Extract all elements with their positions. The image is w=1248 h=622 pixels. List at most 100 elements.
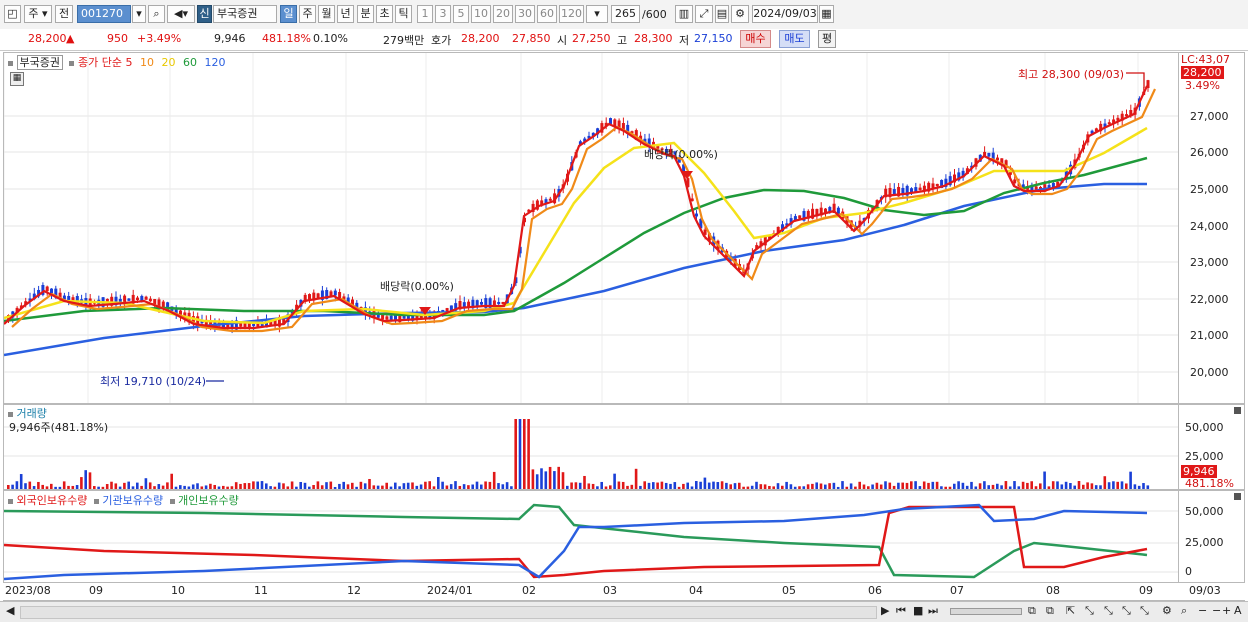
minus-icon[interactable]: −: [1198, 604, 1207, 617]
stop-icon[interactable]: ■: [913, 604, 923, 617]
last-price-tag: 28,200: [1181, 66, 1224, 79]
candle-body: [497, 301, 501, 305]
interval-5[interactable]: 5: [453, 5, 469, 23]
trend-icon[interactable]: ⤡: [1085, 604, 1094, 618]
save-icon[interactable]: ▤: [715, 5, 729, 23]
interval-1[interactable]: 1: [417, 5, 433, 23]
period-tick[interactable]: 틱: [395, 5, 412, 23]
plus-icon[interactable]: +: [1222, 604, 1231, 617]
low-annotation: 최저 19,710 (10/24): [100, 375, 207, 388]
lc-label: LC:43,07: [1181, 53, 1231, 66]
last-volume-pct: 481.18%: [1185, 477, 1234, 490]
candle-body: [695, 213, 698, 217]
volume-bar: [824, 484, 827, 489]
interval-10[interactable]: 10: [471, 5, 491, 23]
scroll-right-icon[interactable]: ▶: [881, 604, 889, 617]
candle-icon[interactable]: ▥: [675, 5, 693, 23]
volume-bar: [858, 481, 861, 489]
volume-bar: [1133, 484, 1137, 489]
close-icon[interactable]: [1234, 407, 1241, 414]
volume-bar: [647, 482, 651, 489]
period-week[interactable]: 주: [299, 5, 316, 23]
sell-button[interactable]: 매도: [779, 30, 810, 48]
settings-icon[interactable]: ⚙: [731, 5, 749, 23]
close-icon[interactable]: [1234, 493, 1241, 500]
volume-bar: [905, 482, 909, 489]
volume-bar: [286, 486, 290, 489]
prev-button[interactable]: 전: [55, 5, 73, 23]
copy-icon[interactable]: ⧉: [1046, 604, 1054, 618]
rewind-icon[interactable]: ⏮: [896, 604, 906, 618]
interval-20[interactable]: 20: [493, 5, 513, 23]
scrollbar-track[interactable]: [20, 606, 877, 619]
forward-icon[interactable]: ⏭: [928, 604, 938, 618]
arrow-line-icon[interactable]: ⤡: [1122, 604, 1131, 618]
volume-bar: [1069, 483, 1072, 489]
font-icon[interactable]: A: [1234, 604, 1242, 617]
candle-body: [252, 323, 256, 327]
stock-code-input[interactable]: 001270: [77, 5, 131, 23]
volume-bar: [879, 484, 883, 489]
volume-bar: [342, 481, 345, 489]
zoom-box-icon[interactable]: ⧉: [1028, 604, 1036, 618]
volume-bar: [222, 485, 225, 489]
interval-dropdown[interactable]: ▾: [586, 5, 608, 23]
volume-bar: [914, 481, 917, 489]
period-second[interactable]: 초: [376, 5, 393, 23]
period-year[interactable]: 년: [337, 5, 354, 23]
cursor-icon[interactable]: ⇱: [1066, 604, 1075, 617]
volume-bar: [492, 471, 496, 489]
open-price: 27,250: [572, 32, 611, 45]
interval-60[interactable]: 60: [537, 5, 557, 23]
period-month[interactable]: 월: [318, 5, 335, 23]
volume-bar: [432, 486, 436, 489]
search-icon[interactable]: ⌕: [148, 5, 165, 23]
candle-body: [333, 290, 337, 296]
stock-name-legend[interactable]: 부국증권: [16, 55, 63, 70]
window-icon[interactable]: ◰: [4, 5, 21, 23]
interval-30[interactable]: 30: [515, 5, 535, 23]
eval-button[interactable]: 평: [818, 30, 836, 48]
draw-icon[interactable]: ⤢: [695, 5, 713, 23]
volume-readout: 9,946주(481.18%): [9, 421, 109, 434]
volume-bar: [682, 483, 685, 489]
date-input[interactable]: 2024/09/03: [752, 5, 818, 23]
volume-bar: [849, 483, 853, 489]
volume-bar: [475, 481, 479, 489]
volume-bar: [583, 475, 586, 489]
period-minute[interactable]: 분: [357, 5, 374, 23]
x-label: 04: [689, 584, 703, 597]
buy-button[interactable]: 매수: [740, 30, 771, 48]
line-tool-icon[interactable]: −: [1212, 604, 1221, 617]
scroll-left-icon[interactable]: ◀: [6, 604, 14, 617]
volume-bar: [690, 486, 694, 489]
calendar-icon[interactable]: ▦: [819, 5, 834, 23]
volume-axis: 50,000 25,000 9,946 481.18%: [1179, 404, 1245, 490]
volume-bar: [204, 485, 208, 489]
volume-bar: [965, 485, 969, 489]
interval-120[interactable]: 120: [559, 5, 584, 23]
interval-3[interactable]: 3: [435, 5, 451, 23]
y-tick: 23,000: [1190, 256, 1229, 269]
line-icon[interactable]: ⤡: [1104, 604, 1113, 618]
settings-icon[interactable]: ⚙: [1162, 604, 1172, 617]
volume-bar: [234, 482, 238, 489]
volume-bar: [918, 486, 922, 489]
volume-bar: [497, 483, 500, 489]
volume-bar: [561, 472, 565, 489]
zoom-icon[interactable]: ⌕: [1181, 604, 1187, 618]
volume-bar: [1000, 485, 1003, 489]
volume-bar: [88, 472, 92, 489]
stock-name-field[interactable]: 부국증권: [213, 5, 277, 23]
market-select[interactable]: 주 ▾: [24, 5, 52, 23]
candle-body: [381, 314, 385, 320]
count-input[interactable]: 265: [611, 5, 640, 23]
speed-slider[interactable]: [950, 608, 1022, 615]
fib-icon[interactable]: ⤡: [1140, 604, 1149, 618]
volume-bar: [535, 474, 539, 489]
calculator-icon[interactable]: ▦: [10, 72, 24, 86]
code-dropdown-icon[interactable]: ▾: [132, 5, 146, 23]
period-day[interactable]: 일: [280, 5, 297, 23]
sound-icon[interactable]: ◀▾: [167, 5, 195, 23]
volume-bar: [62, 481, 66, 489]
